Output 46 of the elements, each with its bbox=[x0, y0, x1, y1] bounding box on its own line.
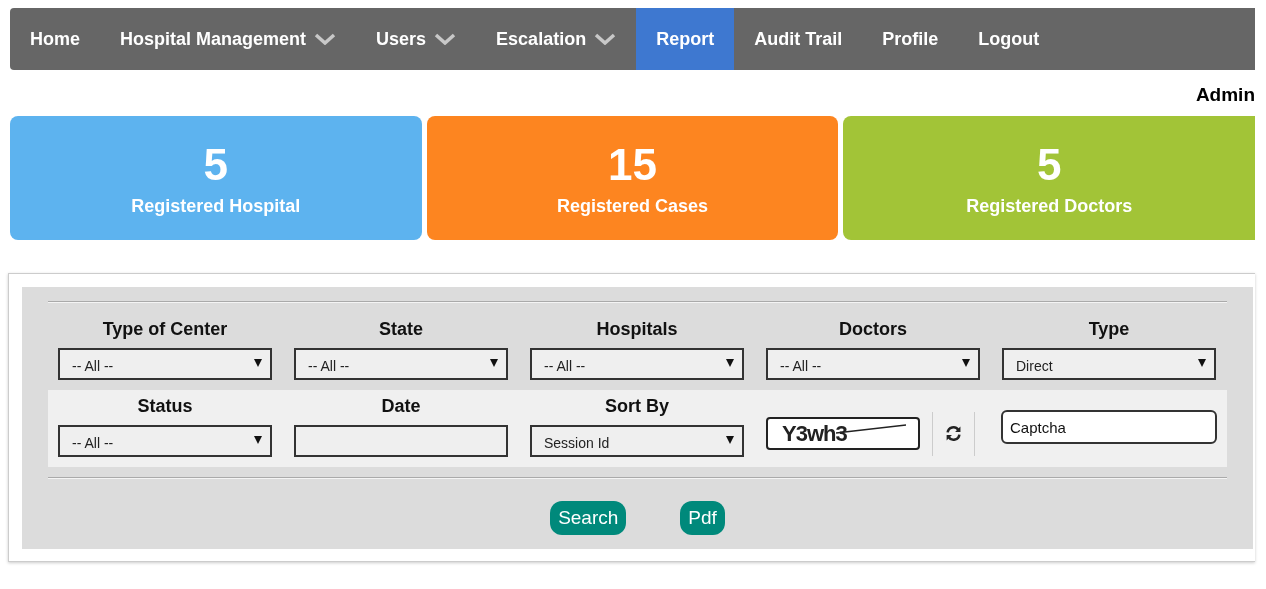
field-label: Date bbox=[381, 396, 421, 417]
stat-label: Registered Hospital bbox=[131, 195, 301, 217]
field-label: State bbox=[379, 319, 423, 340]
action-button[interactable]: Search bbox=[550, 501, 627, 535]
action-button[interactable]: Pdf bbox=[680, 501, 725, 535]
dropdown-arrow-icon bbox=[726, 436, 734, 444]
dropdown-arrow-icon bbox=[490, 359, 498, 367]
select-field[interactable]: -- All -- bbox=[530, 348, 744, 380]
dropdown-arrow-icon bbox=[726, 359, 734, 367]
nav-item[interactable]: Escalation bbox=[476, 8, 637, 70]
nav-item[interactable]: Report bbox=[636, 8, 735, 70]
captcha-image: Y3wh3 bbox=[766, 417, 920, 450]
nav-item[interactable]: Hospital Management bbox=[100, 8, 357, 70]
dropdown-arrow-icon bbox=[254, 359, 262, 367]
field-label: Sort By bbox=[605, 396, 669, 417]
stat-label: Registered Cases bbox=[556, 195, 709, 217]
input-field[interactable] bbox=[294, 425, 508, 457]
stat-label: Registered Doctors bbox=[966, 195, 1133, 217]
refresh-icon[interactable] bbox=[945, 425, 962, 442]
nav-item[interactable]: Profile bbox=[862, 8, 959, 70]
stat-count: 5 bbox=[203, 139, 229, 190]
select-field[interactable]: -- All -- bbox=[58, 348, 272, 380]
chevron-icon bbox=[594, 33, 617, 45]
stat-count: 5 bbox=[1036, 139, 1062, 190]
select-field[interactable]: Session Id bbox=[530, 425, 744, 457]
captcha-field[interactable]: Captcha bbox=[1001, 410, 1217, 444]
field-label: Type bbox=[1088, 319, 1130, 340]
nav-item[interactable]: Logout bbox=[958, 8, 1060, 70]
field-label: Type of Center bbox=[102, 319, 228, 340]
nav-item[interactable]: Audit Trail bbox=[734, 8, 863, 70]
field-label: Doctors bbox=[839, 319, 907, 340]
select-field[interactable]: Direct bbox=[1002, 348, 1216, 380]
select-field[interactable]: -- All -- bbox=[294, 348, 508, 380]
select-field[interactable]: -- All -- bbox=[766, 348, 980, 380]
field-label: Status bbox=[137, 396, 193, 417]
chevron-icon bbox=[434, 33, 457, 45]
select-field[interactable]: -- All -- bbox=[58, 425, 272, 457]
nav-item[interactable]: Users bbox=[356, 8, 477, 70]
dropdown-arrow-icon bbox=[1198, 359, 1206, 367]
field-label: Hospitals bbox=[596, 319, 678, 340]
dropdown-arrow-icon bbox=[254, 436, 262, 444]
stat-count: 15 bbox=[608, 139, 657, 190]
user-name: Admin bbox=[1195, 84, 1255, 106]
dropdown-arrow-icon bbox=[962, 359, 970, 367]
nav-item[interactable]: Home bbox=[10, 8, 100, 70]
chevron-icon bbox=[314, 33, 337, 45]
